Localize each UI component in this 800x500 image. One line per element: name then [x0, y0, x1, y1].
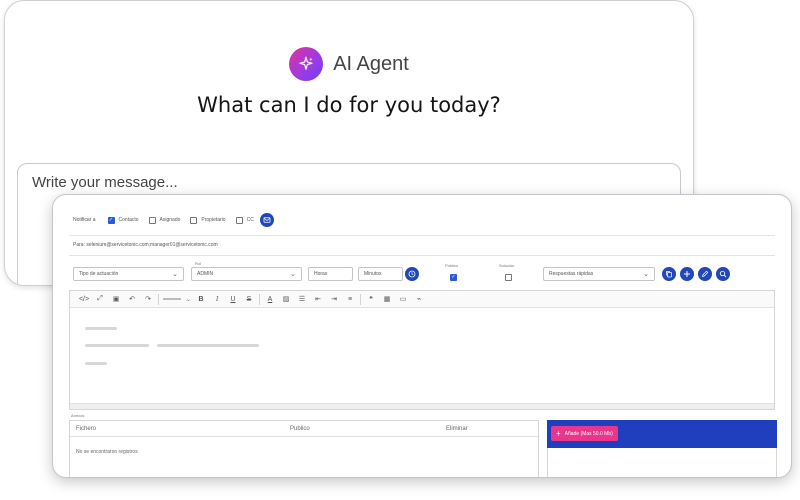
activity-type-select[interactable]: Tipo de actuación ⌄	[73, 267, 184, 281]
search-button[interactable]	[716, 267, 730, 281]
align-icon[interactable]: ≡	[342, 292, 358, 306]
minutes-field[interactable]: Minutos	[358, 267, 403, 281]
bullet-list-icon[interactable]: ☰	[294, 292, 310, 306]
rich-text-editor[interactable]: </> ⤢ ▣ ↶ ↷ ⌄ B I U S A ▨ ☰ ⇤ ⇥ ≡ ❝ ▦ ▭ …	[69, 290, 775, 410]
owner-label: Propietario	[201, 217, 226, 223]
search-icon	[719, 270, 727, 278]
code-view-icon[interactable]: </>	[76, 292, 92, 306]
chevron-down-icon: ⌄	[290, 271, 296, 278]
upload-area	[547, 448, 777, 477]
toolbar-separator	[158, 293, 159, 305]
chevron-down-icon: ⌄	[172, 271, 178, 278]
role-select[interactable]: ADMIN ⌄	[191, 267, 302, 281]
role-label: Rol	[195, 261, 202, 266]
quote-icon[interactable]: ❝	[363, 292, 379, 306]
quick-answers-placeholder: Respuestas rápidas	[549, 271, 594, 277]
template-icon[interactable]: ▣	[108, 292, 124, 306]
placeholder-line	[85, 344, 149, 347]
upload-button[interactable]: + Añade (Max 50.0 Mb)	[551, 426, 618, 441]
font-size-select[interactable]: ⌄	[161, 294, 193, 304]
toolbar-separator	[360, 293, 361, 305]
public-label: Público	[445, 263, 459, 268]
highlight-icon[interactable]: ▨	[278, 292, 294, 306]
divider	[69, 255, 775, 256]
placeholder-line	[85, 362, 107, 365]
notify-row: Notificar a Contacto Asignado Propietari…	[73, 213, 274, 227]
image-icon[interactable]: ▭	[395, 292, 411, 306]
agent-question: What can I do for you today?	[197, 93, 501, 117]
solution-checkbox[interactable]	[505, 274, 512, 281]
clock-icon	[408, 270, 416, 278]
font-color-icon[interactable]: A	[262, 292, 278, 306]
contact-checkbox[interactable]	[107, 216, 115, 224]
add-button[interactable]	[680, 267, 694, 281]
plus-icon	[684, 271, 690, 277]
to-line: Para: selenium@servicetonic.com;manager0…	[73, 242, 218, 248]
outdent-icon[interactable]: ⇤	[310, 292, 326, 306]
agent-name: AI Agent	[333, 52, 409, 75]
solution-label: Solución	[499, 263, 515, 268]
copy-icon	[666, 271, 672, 278]
upload-button-label: Añade (Max 50.0 Mb)	[564, 430, 613, 437]
attachments-table: Fichero Publico Eliminar No se encontrar…	[69, 420, 539, 477]
redo-icon[interactable]: ↷	[140, 292, 156, 306]
strikethrough-icon[interactable]: S	[241, 292, 257, 306]
divider	[69, 235, 775, 236]
placeholder-line	[157, 344, 259, 347]
sparkle-icon	[289, 47, 324, 81]
assigned-label: Asignado	[159, 217, 181, 223]
attachments-empty: No se encontraron registros	[76, 449, 138, 455]
public-checkbox[interactable]	[450, 274, 457, 281]
undo-icon[interactable]: ↶	[124, 292, 140, 306]
bold-icon[interactable]: B	[193, 292, 209, 306]
column-file: Fichero	[76, 425, 97, 432]
underline-icon[interactable]: U	[225, 292, 241, 306]
activity-type-placeholder: Tipo de actuación	[79, 271, 119, 277]
plus-icon: +	[556, 429, 561, 438]
email-button[interactable]	[259, 213, 274, 227]
fullscreen-icon[interactable]: ⤢	[92, 292, 108, 306]
hours-placeholder: Horas	[314, 271, 328, 277]
mail-icon	[263, 217, 271, 223]
upload-panel: + Añade (Max 50.0 Mb)	[547, 420, 777, 448]
pencil-icon	[701, 270, 709, 278]
role-value: ADMIN	[197, 271, 214, 277]
cc-checkbox[interactable]	[235, 216, 243, 224]
column-public: Publico	[290, 425, 310, 432]
link-icon[interactable]: ⌁	[411, 292, 427, 306]
edit-button[interactable]	[698, 267, 712, 281]
editor-scrollbar[interactable]	[70, 403, 774, 409]
italic-icon[interactable]: I	[209, 292, 225, 306]
quick-answers-select[interactable]: Respuestas rápidas ⌄	[543, 267, 655, 281]
chevron-down-icon: ⌄	[643, 271, 649, 278]
owner-checkbox[interactable]	[190, 216, 198, 224]
message-input[interactable]	[32, 174, 432, 191]
timer-button[interactable]	[405, 267, 419, 281]
agent-header: AI Agent	[5, 47, 693, 81]
table-icon[interactable]: ▦	[379, 292, 395, 306]
assigned-checkbox[interactable]	[148, 216, 156, 224]
toolbar-separator	[259, 293, 260, 305]
hours-field[interactable]: Horas	[308, 267, 353, 281]
ticket-form-card: Notificar a Contacto Asignado Propietari…	[52, 194, 792, 478]
column-delete: Eliminar	[446, 425, 468, 432]
editor-toolbar: </> ⤢ ▣ ↶ ↷ ⌄ B I U S A ▨ ☰ ⇤ ⇥ ≡ ❝ ▦ ▭ …	[70, 291, 774, 308]
copy-button[interactable]	[662, 267, 676, 281]
notify-label: Notificar a	[73, 217, 96, 223]
indent-icon[interactable]: ⇥	[326, 292, 342, 306]
minutes-placeholder: Minutos	[364, 271, 382, 277]
contact-label: Contacto	[118, 217, 139, 223]
placeholder-line	[85, 327, 117, 330]
cc-label: CC	[246, 217, 254, 223]
attachments-label: Anexos	[71, 413, 85, 418]
attachments-header: Fichero Publico Eliminar	[70, 421, 538, 437]
chevron-down-icon: ⌄	[185, 296, 191, 303]
